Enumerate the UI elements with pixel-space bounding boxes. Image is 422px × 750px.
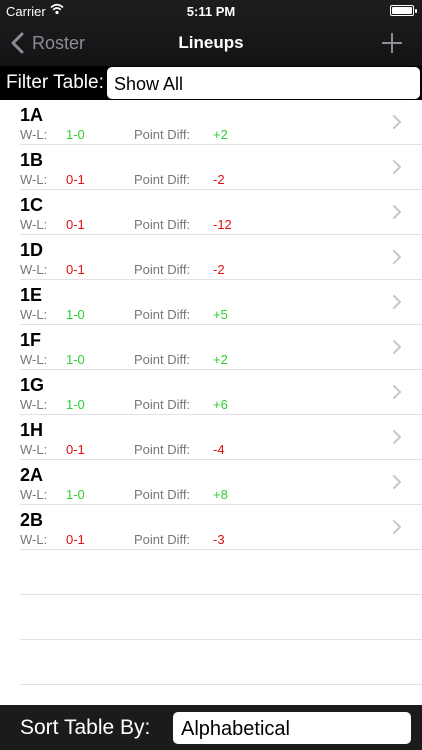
point-diff-value: +2 [213, 127, 228, 142]
wl-value: 1-0 [66, 307, 85, 322]
point-diff-value: -12 [213, 217, 232, 232]
point-diff-label: Point Diff: [134, 397, 191, 412]
top-bar: Carrier 5:11 PM Roster Lineups [0, 0, 422, 66]
lineup-name: 2B [20, 510, 44, 530]
point-diff-label: Point Diff: [134, 262, 191, 277]
lineup-name: 1C [20, 195, 44, 215]
lineup-name: 1D [20, 240, 44, 260]
point-diff-label: Point Diff: [134, 442, 191, 457]
lineup-name: 2A [20, 465, 44, 485]
point-diff-label: Point Diff: [134, 352, 191, 367]
sort-label: Sort Table By: [20, 716, 151, 739]
chevron-right-icon [393, 115, 401, 129]
wl-value: 0-1 [66, 442, 85, 457]
wl-value: 0-1 [66, 217, 85, 232]
lineup-row[interactable]: 1F W-L: 1-0 Point Diff: +2 [0, 325, 422, 370]
wl-value: 0-1 [66, 262, 85, 277]
chevron-right-icon [393, 430, 401, 444]
lineup-row[interactable]: 2A W-L: 1-0 Point Diff: +8 [0, 460, 422, 505]
chevron-right-icon [393, 250, 401, 264]
lineup-row[interactable]: 1D W-L: 0-1 Point Diff: -2 [0, 235, 422, 280]
wl-label: W-L: [20, 532, 48, 547]
lineup-row[interactable]: 1C W-L: 0-1 Point Diff: -12 [0, 190, 422, 235]
wl-value: 1-0 [66, 487, 85, 502]
point-diff-value: +5 [213, 307, 228, 322]
lineup-name: 1A [20, 105, 44, 125]
plus-icon[interactable] [380, 31, 404, 55]
lineup-list: 1A W-L: 1-0 Point Diff: +2 1B W-L: 0-1 Point Dif… [0, 100, 422, 730]
point-diff-value: +2 [213, 352, 228, 367]
point-diff-value: -4 [213, 442, 225, 457]
lineup-row[interactable]: 1E W-L: 1-0 Point Diff: +5 [0, 280, 422, 325]
wl-value: 1-0 [66, 127, 85, 142]
wl-label: W-L: [20, 442, 48, 457]
point-diff-value: -2 [213, 262, 225, 277]
lineup-row[interactable]: 1B W-L: 0-1 Point Diff: -2 [0, 145, 422, 190]
lineup-row[interactable]: 1A W-L: 1-0 Point Diff: +2 [0, 100, 422, 145]
status-bar: Carrier 5:11 PM [0, 0, 422, 22]
wl-label: W-L: [20, 307, 48, 322]
wl-label: W-L: [20, 172, 48, 187]
wl-label: W-L: [20, 352, 48, 367]
wl-value: 0-1 [66, 172, 85, 187]
wl-value: 1-0 [66, 397, 85, 412]
point-diff-label: Point Diff: [134, 172, 191, 187]
chevron-right-icon [393, 520, 401, 534]
lineup-row[interactable]: 1G W-L: 1-0 Point Diff: +6 [0, 370, 422, 415]
point-diff-value: +6 [213, 397, 228, 412]
point-diff-label: Point Diff: [134, 307, 191, 322]
point-diff-value: +8 [213, 487, 228, 502]
clock: 5:11 PM [186, 4, 236, 19]
wl-value: 1-0 [66, 352, 85, 367]
chevron-right-icon [393, 295, 401, 309]
lineup-name: 1B [20, 150, 44, 170]
filter-select[interactable]: Show All [107, 67, 420, 99]
point-diff-label: Point Diff: [134, 532, 191, 547]
filter-bar: Filter Table: Show All [0, 66, 422, 100]
lineup-row[interactable]: 1H W-L: 0-1 Point Diff: -4 [0, 415, 422, 460]
empty-row [0, 640, 422, 685]
chevron-right-icon [393, 160, 401, 174]
point-diff-label: Point Diff: [134, 487, 191, 502]
wl-label: W-L: [20, 487, 48, 502]
empty-row [0, 595, 422, 640]
wl-value: 0-1 [66, 532, 85, 547]
lineup-name: 1H [20, 420, 44, 440]
point-diff-value: -3 [213, 532, 225, 547]
navigation-bar: Roster Lineups [0, 22, 422, 66]
wl-label: W-L: [20, 262, 48, 277]
sort-bar: Sort Table By: Alphabetical [0, 705, 422, 750]
point-diff-label: Point Diff: [134, 217, 191, 232]
filter-label: Filter Table: [6, 72, 104, 93]
lineup-name: 1F [20, 330, 42, 350]
page-title: Lineups [178, 33, 244, 52]
point-diff-label: Point Diff: [134, 127, 191, 142]
chevron-right-icon [393, 205, 401, 219]
wl-label: W-L: [20, 127, 48, 142]
point-diff-value: -2 [213, 172, 225, 187]
chevron-right-icon [393, 340, 401, 354]
wl-label: W-L: [20, 397, 48, 412]
lineup-name: 1G [20, 375, 45, 395]
chevron-right-icon [393, 385, 401, 399]
lineup-row[interactable]: 2B W-L: 0-1 Point Diff: -3 [0, 505, 422, 550]
chevron-right-icon [393, 475, 401, 489]
sort-select[interactable]: Alphabetical [173, 712, 411, 744]
wl-label: W-L: [20, 217, 48, 232]
battery-icon [390, 5, 417, 16]
empty-row [0, 550, 422, 595]
lineup-name: 1E [20, 285, 43, 305]
